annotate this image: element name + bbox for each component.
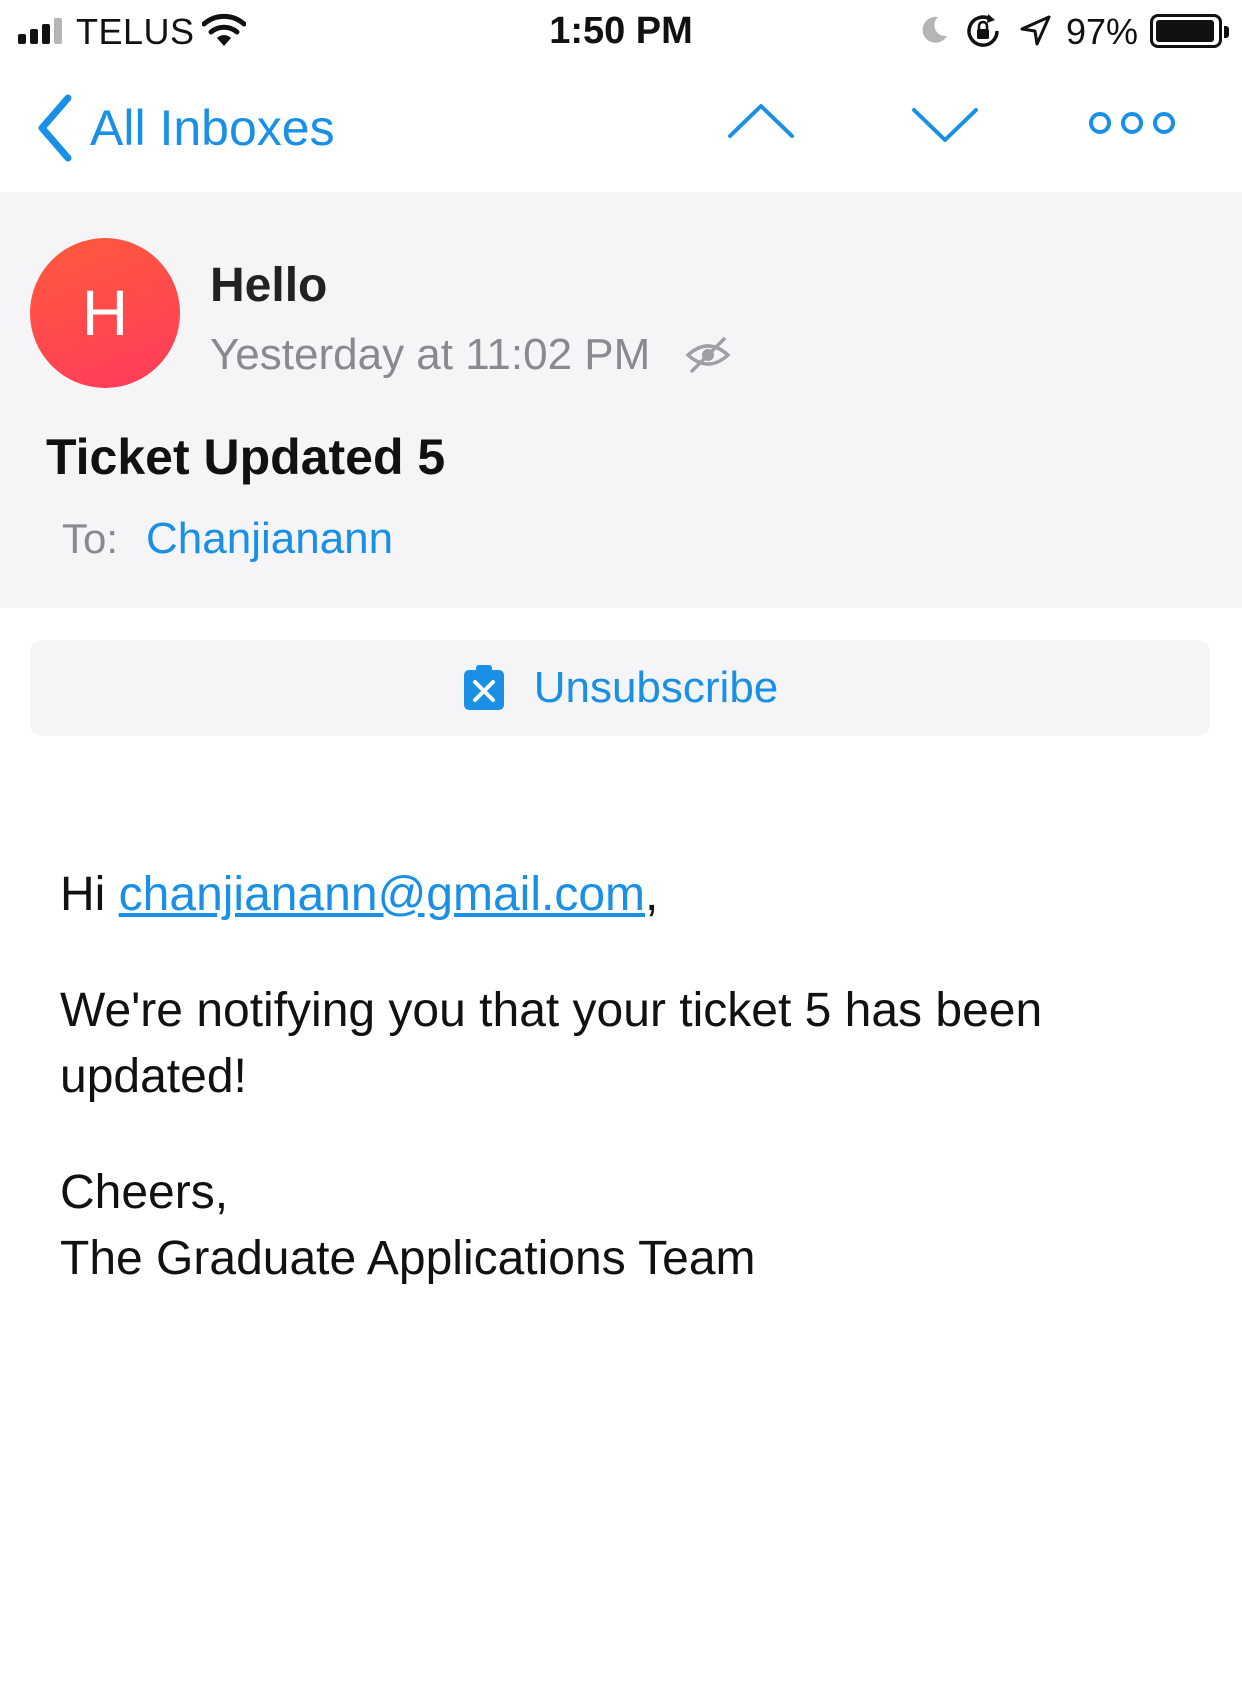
- to-label: To:: [62, 515, 119, 562]
- chevron-left-icon: [38, 94, 72, 162]
- nav-bar: All Inboxes: [0, 64, 1242, 192]
- moon-icon: [922, 16, 947, 43]
- recipient-row: To: Chanjianann: [62, 514, 393, 564]
- body-paragraph: We're notifying you that your ticket 5 h…: [60, 984, 1043, 1103]
- greeting-suffix: ,: [645, 868, 659, 921]
- battery-percent: 97%: [1066, 11, 1139, 52]
- message-date: Yesterday at 11:02 PM: [210, 330, 651, 379]
- avatar[interactable]: H: [30, 238, 180, 388]
- status-bar: TELUS 1:50 PM 97%: [0, 0, 1242, 64]
- recipient-name[interactable]: Chanjianann: [146, 514, 393, 564]
- status-time: 1:50 PM: [549, 10, 693, 52]
- message-body: Hi chanjianann@gmail.com, We're notifyin…: [60, 862, 1190, 1292]
- message-subject: Ticket Updated 5: [46, 429, 446, 485]
- battery-fill: [1156, 20, 1214, 42]
- unsubscribe-label: Unsubscribe: [533, 663, 779, 712]
- back-button[interactable]: All Inboxes: [34, 92, 335, 164]
- unsubscribe-icon: [463, 665, 504, 710]
- eye-slash-icon: [685, 337, 731, 373]
- unsubscribe-button[interactable]: Unsubscribe: [30, 640, 1210, 736]
- signoff: Cheers,: [60, 1166, 229, 1219]
- sender-name[interactable]: Hello: [210, 258, 327, 313]
- battery-icon: [1150, 14, 1229, 48]
- location-arrow-icon: [1020, 15, 1051, 46]
- email-link[interactable]: chanjianann@gmail.com: [119, 868, 645, 921]
- more-icon[interactable]: [1088, 98, 1176, 148]
- signature: The Graduate Applications Team: [60, 1232, 756, 1285]
- greeting-prefix: Hi: [60, 868, 119, 921]
- chevron-down-icon[interactable]: [910, 98, 980, 148]
- message-header: H Hello Yesterday at 11:02 PM Ticket Upd…: [0, 192, 1242, 608]
- date-row: Yesterday at 11:02 PM: [210, 330, 732, 380]
- avatar-letter: H: [81, 277, 129, 349]
- rotation-lock-icon: [967, 14, 999, 47]
- greeting: Hi chanjianann@gmail.com,: [60, 862, 1190, 928]
- back-label: All Inboxes: [90, 100, 335, 156]
- chevron-up-icon[interactable]: [726, 98, 796, 148]
